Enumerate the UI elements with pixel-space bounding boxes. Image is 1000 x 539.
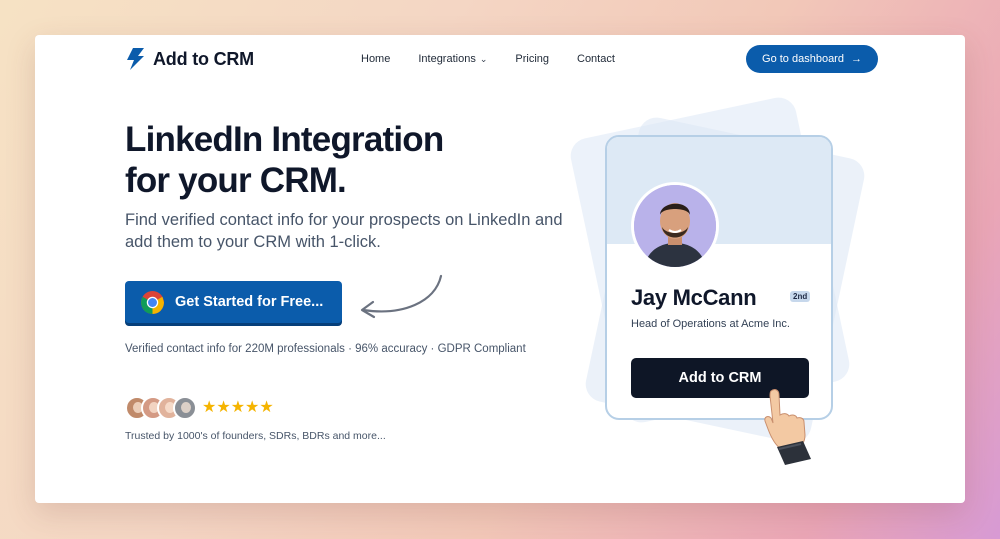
stats-text: Verified contact info for 220M professio…	[125, 343, 526, 355]
add-to-crm-label: Add to CRM	[678, 370, 762, 386]
nav-link-pricing[interactable]: Pricing	[515, 53, 549, 65]
cta-label: Get Started for Free...	[175, 294, 324, 310]
star-rating: ★★★★★	[202, 399, 274, 416]
hero-subtitle: Find verified contact info for your pros…	[125, 211, 563, 251]
nav-link-label: Integrations	[418, 53, 476, 65]
curved-arrow-icon	[360, 274, 443, 319]
arrow-right-icon: →	[850, 53, 862, 65]
dashboard-button-label: Go to dashboard	[762, 53, 844, 65]
nav-link-integrations[interactable]: Integrations ⌄	[418, 53, 487, 65]
trusted-text: Trusted by 1000's of founders, SDRs, BDR…	[125, 430, 386, 442]
nav-link-contact[interactable]: Contact	[577, 53, 615, 65]
brand-logo[interactable]: Add to CRM	[125, 48, 254, 70]
top-navigation: Add to CRM Home Integrations ⌄ Pricing C…	[35, 35, 965, 85]
chrome-icon	[141, 290, 164, 314]
profile-card: Jay McCann 2nd Head of Operations at Acm…	[605, 135, 833, 420]
hero-title: LinkedIn Integration for your CRM.	[125, 119, 444, 201]
hero-title-line-2: for your CRM.	[125, 161, 347, 200]
profile-avatar	[631, 182, 719, 270]
nav-link-home[interactable]: Home	[361, 53, 390, 65]
brand-name: Add to CRM	[153, 48, 254, 69]
connection-degree-badge: 2nd	[790, 291, 811, 302]
customer-avatars	[125, 396, 197, 420]
pointing-hand-icon	[764, 389, 811, 465]
get-started-button[interactable]: Get Started for Free...	[125, 281, 342, 323]
nav-link-label: Pricing	[515, 53, 549, 65]
hero-title-line-1: LinkedIn Integration	[125, 120, 444, 159]
go-to-dashboard-button[interactable]: Go to dashboard →	[746, 45, 878, 73]
lightning-icon	[127, 48, 144, 70]
profile-role: Head of Operations at Acme Inc.	[631, 318, 790, 330]
nav-link-label: Contact	[577, 53, 615, 65]
nav-links: Home Integrations ⌄ Pricing Contact	[361, 53, 615, 65]
profile-name: Jay McCann	[631, 285, 757, 310]
browser-window: Add to CRM Home Integrations ⌄ Pricing C…	[35, 35, 965, 503]
avatar	[173, 396, 197, 420]
nav-link-label: Home	[361, 53, 391, 65]
person-illustration	[634, 185, 716, 267]
chevron-down-icon: ⌄	[479, 53, 488, 64]
